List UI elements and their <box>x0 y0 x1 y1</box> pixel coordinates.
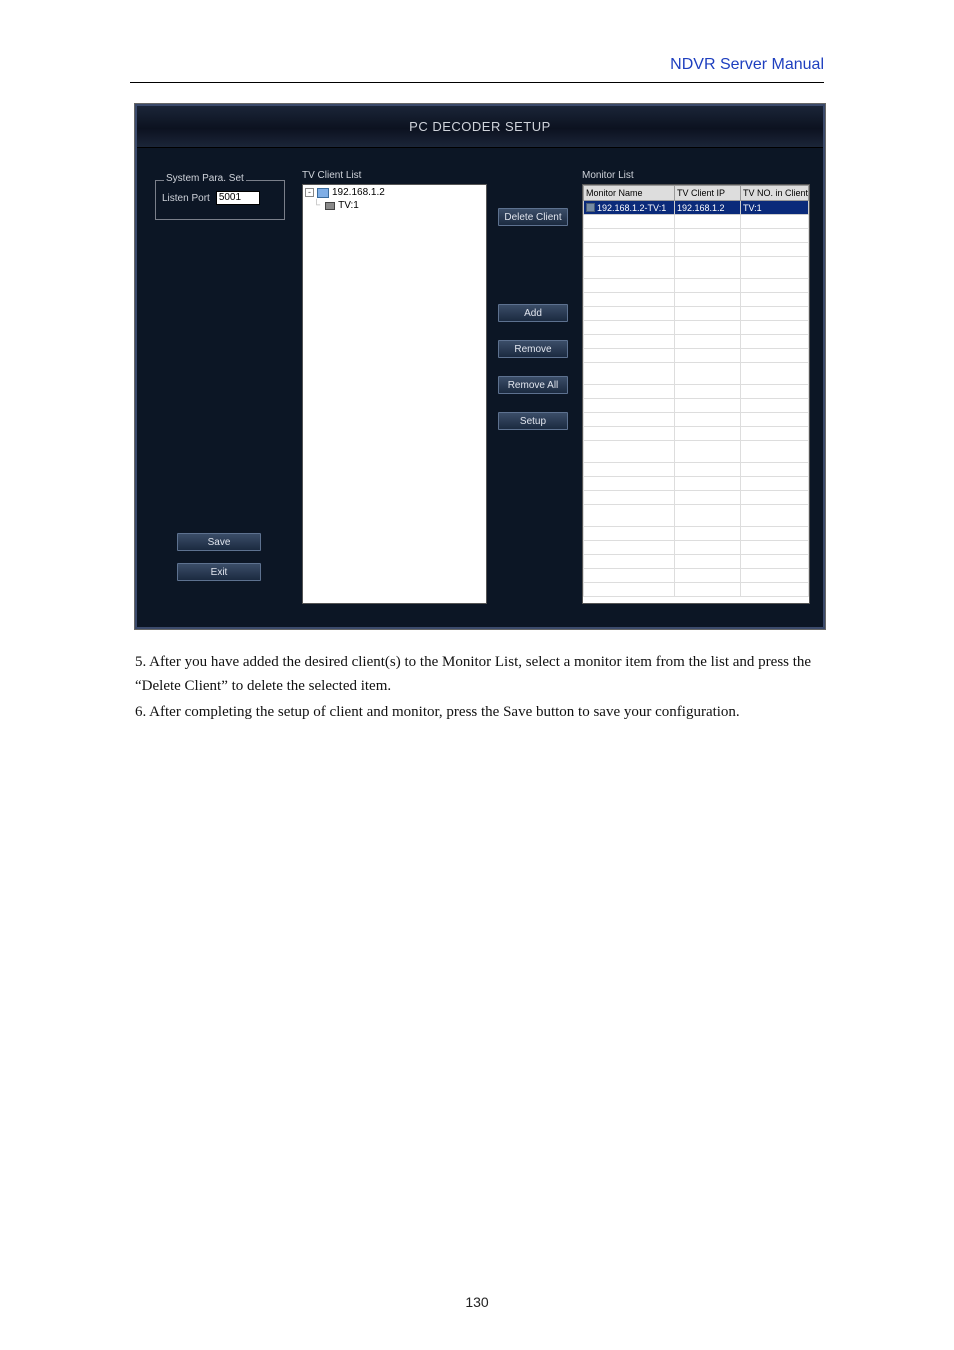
tree-elbow-icon: └ <box>313 200 320 211</box>
monitor-list-label: Monitor List <box>582 170 634 181</box>
tree-child-label: TV:1 <box>338 200 359 211</box>
monitor-list-row[interactable]: 192.168.1.2-TV:1 192.168.1.2 TV:1 <box>583 201 809 215</box>
header-title: NDVR Server Manual <box>0 56 954 74</box>
save-button[interactable]: Save <box>177 533 261 551</box>
app-window: PC DECODER SETUP System Para. Set Listen… <box>135 104 825 629</box>
window-body: System Para. Set Listen Port 5001 TV Cli… <box>137 148 823 627</box>
tv-client-list-label: TV Client List <box>302 170 361 181</box>
pc-icon <box>317 188 329 198</box>
delete-client-button[interactable]: Delete Client <box>498 208 568 226</box>
listen-port-input[interactable]: 5001 <box>216 191 260 205</box>
middle-button-column: Delete Client Add Remove Remove All Setu… <box>497 208 569 430</box>
system-para-legend: System Para. Set <box>164 173 246 184</box>
setup-button[interactable]: Setup <box>498 412 568 430</box>
tv-icon <box>325 202 335 210</box>
col-tv-client-ip[interactable]: TV Client IP <box>675 185 741 201</box>
listen-port-label: Listen Port <box>162 193 210 204</box>
monitor-name-cell: 192.168.1.2-TV:1 <box>597 203 666 213</box>
tree-root-label: 192.168.1.2 <box>332 187 385 198</box>
remove-button[interactable]: Remove <box>498 340 568 358</box>
monitor-tvno-cell: TV:1 <box>741 201 809 215</box>
system-para-fieldset: System Para. Set Listen Port 5001 <box>155 180 285 220</box>
tree-collapse-icon[interactable]: - <box>305 188 314 197</box>
monitor-list[interactable]: Monitor Name TV Client IP TV NO. in Clie… <box>582 184 810 604</box>
exit-button[interactable]: Exit <box>177 563 261 581</box>
left-buttons: Save Exit <box>177 533 261 581</box>
col-monitor-name[interactable]: Monitor Name <box>583 185 675 201</box>
header-rule <box>130 82 824 83</box>
tree-root[interactable]: - 192.168.1.2 <box>303 185 486 198</box>
tv-client-list[interactable]: - 192.168.1.2 └ TV:1 <box>302 184 487 604</box>
paragraph-6: 6. After completing the setup of client … <box>135 700 825 724</box>
add-button[interactable]: Add <box>498 304 568 322</box>
page: NDVR Server Manual PC DECODER SETUP Syst… <box>0 0 954 1350</box>
paragraph-5: 5. After you have added the desired clie… <box>135 650 825 698</box>
monitor-row-icon <box>586 203 595 212</box>
remove-all-button[interactable]: Remove All <box>498 376 568 394</box>
page-number: 130 <box>0 1294 954 1310</box>
monitor-list-header: Monitor Name TV Client IP TV NO. in Clie… <box>583 185 809 201</box>
page-header: NDVR Server Manual <box>0 56 954 74</box>
window-title: PC DECODER SETUP <box>137 106 823 148</box>
monitor-ip-cell: 192.168.1.2 <box>675 201 741 215</box>
col-tv-no[interactable]: TV NO. in Client <box>741 185 809 201</box>
tree-child[interactable]: └ TV:1 <box>303 198 486 211</box>
